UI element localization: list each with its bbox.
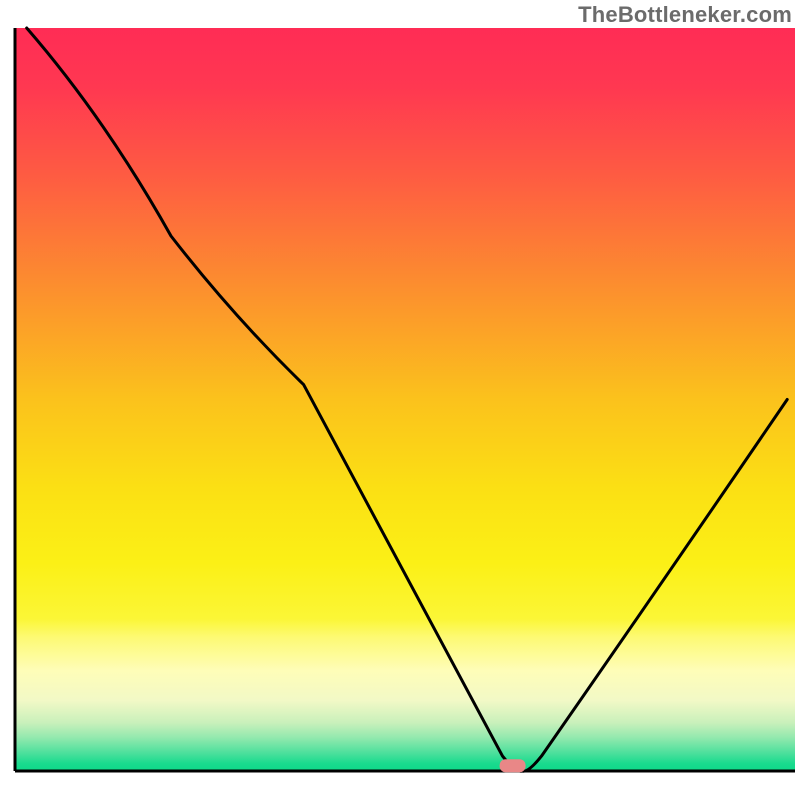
bottleneck-chart bbox=[0, 0, 800, 800]
chart-container: { "watermark": "TheBottleneker.com", "ch… bbox=[0, 0, 800, 800]
optimum-marker bbox=[500, 759, 526, 772]
plot-background bbox=[15, 28, 795, 771]
watermark-text: TheBottleneker.com bbox=[578, 2, 792, 28]
